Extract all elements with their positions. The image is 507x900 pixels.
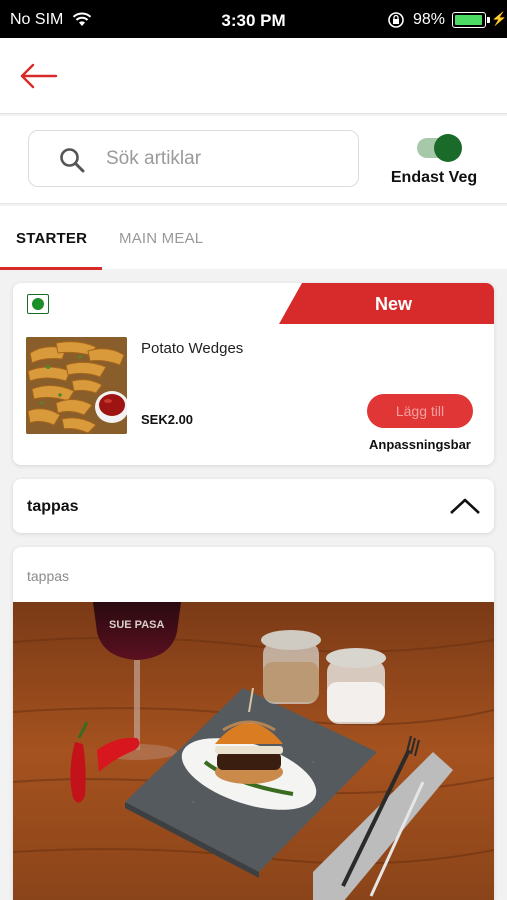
active-tab-indicator [0, 267, 102, 270]
potato-wedges-image [26, 337, 127, 434]
new-badge-label: New [374, 294, 412, 314]
veg-only-label: Endast Veg [390, 169, 478, 186]
category-tabs: STARTER MAIN MEAL [0, 206, 507, 270]
search-box[interactable] [28, 130, 359, 187]
svg-text:SUE PASA: SUE PASA [109, 619, 164, 631]
new-badge: New [279, 283, 494, 324]
arrow-left-icon[interactable] [18, 62, 60, 90]
category-card: tappas SUE PASA [13, 547, 494, 900]
orientation-lock-icon [388, 12, 404, 28]
tab-main-meal[interactable]: MAIN MEAL [119, 230, 203, 247]
category-title: tappas [27, 498, 79, 515]
tapas-burger-image: SUE PASA [13, 602, 494, 900]
category-header[interactable]: tappas [13, 479, 494, 533]
nav-header [0, 38, 507, 114]
battery-icon [452, 12, 490, 28]
item-name: Potato Wedges [141, 340, 244, 357]
search-area: Endast Veg [0, 116, 507, 204]
tab-starter[interactable]: STARTER [16, 230, 87, 247]
charging-icon: ⚡ [491, 11, 507, 26]
status-bar: No SIM 3:30 PM 98% ⚡ [0, 0, 507, 38]
search-icon [60, 148, 85, 173]
menu-item-card: New Potato Wedges SEK2.00 Lägg till Anpa… [13, 283, 494, 465]
category-subtitle: tappas [27, 568, 70, 584]
add-to-cart-button[interactable]: Lägg till [367, 394, 473, 428]
chevron-up-icon[interactable] [449, 497, 481, 515]
battery-percent: 98% [413, 11, 446, 28]
veg-only-toggle[interactable] [417, 134, 463, 162]
veg-indicator-icon [27, 294, 49, 314]
search-input[interactable] [106, 145, 346, 173]
item-price: SEK2.00 [141, 412, 194, 427]
customizable-label: Anpassningsbar [369, 437, 471, 452]
